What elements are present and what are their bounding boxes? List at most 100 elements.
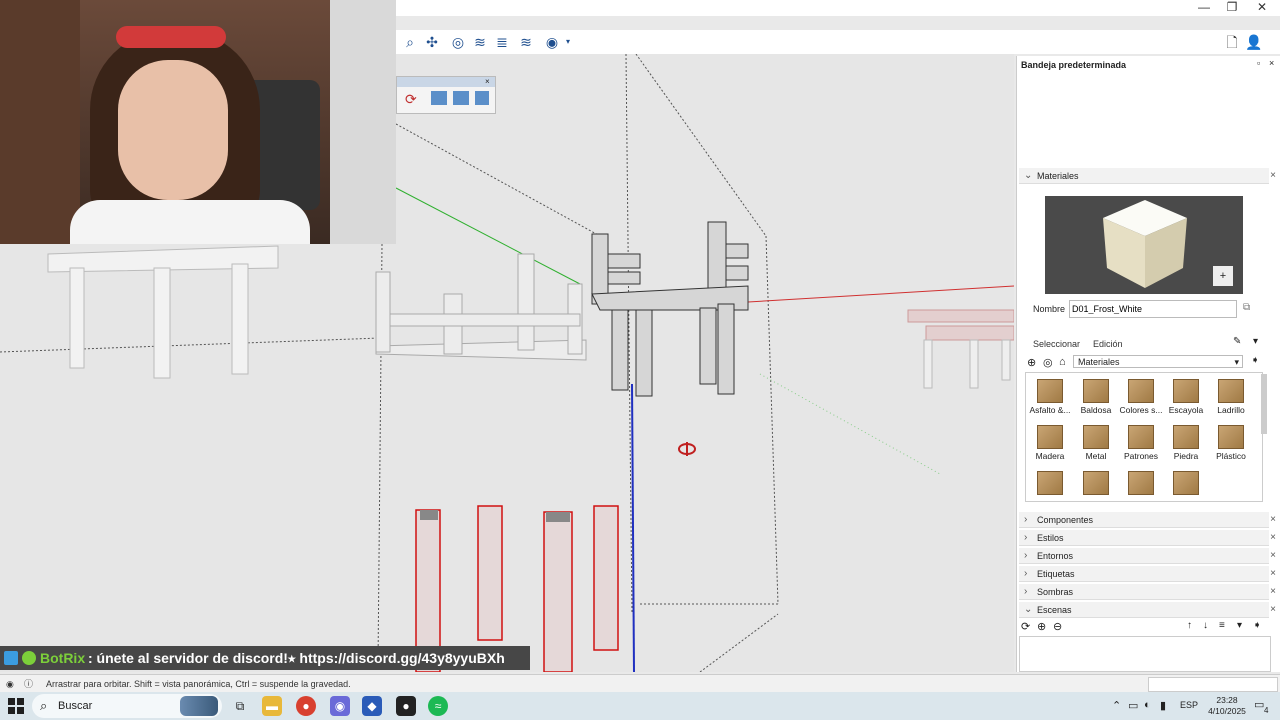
section-plane-icon[interactable]: ≋ — [470, 32, 490, 52]
info-icon[interactable]: ⓘ — [24, 675, 33, 693]
sandbox-icon-3[interactable] — [475, 91, 489, 105]
notifications-icon[interactable]: ▭ — [1254, 698, 1264, 711]
sandbox-icon[interactable] — [431, 91, 447, 105]
pin-icon[interactable]: ▫ — [1257, 58, 1260, 68]
layers-icon[interactable]: ≣ — [492, 32, 512, 52]
section-label: Sombras — [1037, 587, 1074, 597]
windows-start-icon[interactable] — [8, 698, 24, 714]
back-icon[interactable]: ⊕ — [1027, 356, 1036, 369]
material-item[interactable] — [1074, 467, 1118, 501]
chevron-up-icon[interactable]: ⌃ — [1112, 699, 1121, 712]
measurements-box[interactable] — [1148, 677, 1278, 692]
paint-bucket-icon[interactable]: ▾ — [1253, 336, 1258, 347]
view-options-icon[interactable]: ≡ — [1219, 620, 1225, 631]
file-explorer-icon[interactable]: ▬ — [262, 696, 282, 716]
material-item[interactable]: Plástico — [1209, 421, 1253, 465]
taskbar-search[interactable]: ⌕ Buscar — [32, 694, 222, 718]
language-indicator[interactable]: ESP — [1180, 700, 1198, 710]
move-up-icon[interactable]: ↑ — [1187, 620, 1192, 631]
sandbox-icon-2[interactable] — [453, 91, 469, 105]
material-item[interactable]: Ladrillo — [1209, 375, 1253, 419]
zoom-icon[interactable]: ⌕ — [400, 32, 420, 52]
chevron-right-icon: › — [1024, 550, 1028, 561]
clock-date: 4/10/2025 — [1208, 706, 1246, 716]
material-item[interactable]: Patrones — [1119, 421, 1163, 465]
section-tags[interactable]: › Etiquetas × — [1019, 566, 1276, 582]
close-icon[interactable]: × — [1267, 584, 1279, 600]
restore-button[interactable]: ❐ — [1220, 0, 1244, 16]
section-components[interactable]: › Componentes × — [1019, 512, 1276, 528]
chat-banner: BotRix : únete al servidor de discord!⭑ … — [0, 646, 530, 670]
clock[interactable]: 23:28 4/10/2025 — [1204, 695, 1250, 717]
section-label: Entornos — [1037, 551, 1074, 561]
create-material-icon[interactable]: + — [1213, 266, 1233, 286]
mic-icon[interactable]: ▮ — [1160, 699, 1166, 712]
delete-icon[interactable]: ▾ — [1237, 620, 1242, 631]
material-item[interactable]: Asfalto &... — [1028, 375, 1072, 419]
close-button[interactable]: ✕ — [1250, 0, 1274, 16]
remove-scene-icon[interactable]: ⊖ — [1053, 620, 1062, 633]
chevron-right-icon: › — [1024, 568, 1028, 579]
user-icon[interactable]: 👤 — [1244, 32, 1264, 52]
section-shadows[interactable]: › Sombras × — [1019, 584, 1276, 600]
material-item[interactable]: Baldosa — [1074, 375, 1118, 419]
chevron-down-icon[interactable]: ▾ — [558, 32, 578, 52]
material-item[interactable]: Colores s... — [1119, 375, 1163, 419]
material-item[interactable] — [1119, 467, 1163, 501]
material-name-input[interactable] — [1069, 300, 1237, 318]
tray-toolbar: 🗋 👤 — [1016, 30, 1280, 54]
zoom-window-icon[interactable]: ✣ — [422, 32, 442, 52]
move-down-icon[interactable]: ↓ — [1203, 620, 1208, 631]
minimize-button[interactable]: — — [1192, 0, 1216, 16]
close-icon[interactable]: × — [1269, 58, 1274, 68]
chevron-right-icon: › — [1024, 532, 1028, 543]
close-icon[interactable]: × — [1267, 168, 1279, 184]
eyedropper-icon[interactable]: ✎ — [1233, 336, 1241, 347]
section-environments[interactable]: › Entornos × — [1019, 548, 1276, 564]
tray-title: Bandeja predeterminada — [1021, 60, 1127, 70]
material-item[interactable] — [1164, 467, 1208, 501]
material-item[interactable]: Escayola — [1164, 375, 1208, 419]
obs-icon[interactable]: ● — [396, 696, 416, 716]
material-item[interactable] — [1028, 467, 1072, 501]
refresh-icon[interactable]: ⟳ — [1021, 620, 1030, 633]
material-item[interactable]: Piedra — [1164, 421, 1208, 465]
materials-scrollbar[interactable] — [1261, 374, 1267, 434]
forward-icon[interactable]: ◎ — [1043, 356, 1053, 369]
copy-icon[interactable]: ⧉ — [1243, 302, 1250, 313]
material-item[interactable]: Metal — [1074, 421, 1118, 465]
section-materials[interactable]: ⌄ Materiales × — [1019, 168, 1276, 184]
close-icon[interactable]: × — [1267, 566, 1279, 582]
library-select[interactable]: Materiales ▾ — [1073, 355, 1243, 368]
close-icon[interactable]: × — [485, 77, 490, 86]
library-select-value: Materiales — [1078, 357, 1120, 367]
add-scene-icon[interactable]: ⊕ — [1037, 620, 1046, 633]
discord-icon[interactable]: ◉ — [330, 696, 350, 716]
task-view-icon[interactable]: ⧉ — [230, 696, 250, 716]
banner-message: : únete al servidor de discord!⭑ https:/… — [88, 650, 505, 666]
sketchup-icon[interactable]: ◆ — [362, 696, 382, 716]
new-file-icon[interactable]: 🗋 — [1222, 32, 1242, 52]
chevron-down-icon: ▾ — [1234, 357, 1239, 367]
section-display-icon[interactable]: ≋ — [516, 32, 536, 52]
home-icon[interactable]: ⌂ — [1059, 356, 1066, 368]
close-icon[interactable]: × — [1267, 512, 1279, 528]
section-label: Escenas — [1037, 605, 1072, 615]
section-scenes[interactable]: ⌄ Escenas × — [1019, 602, 1276, 618]
rotate-icon[interactable]: ⟳ — [405, 91, 417, 108]
network-icon[interactable]: ▭ — [1128, 699, 1138, 712]
details-icon[interactable]: ➧ — [1253, 620, 1261, 631]
tab-select[interactable]: Seleccionar — [1033, 339, 1080, 349]
tab-edit[interactable]: Edición — [1093, 339, 1123, 349]
details-icon[interactable]: ➧ — [1251, 355, 1259, 366]
close-icon[interactable]: × — [1267, 602, 1279, 618]
zoom-extents-icon[interactable]: ◎ — [448, 32, 468, 52]
material-item[interactable]: Madera — [1028, 421, 1072, 465]
volume-icon[interactable]: ◐ — [1144, 699, 1151, 711]
close-icon[interactable]: × — [1267, 548, 1279, 564]
geo-icon[interactable]: ◉ — [6, 675, 14, 693]
chrome-icon[interactable]: ● — [296, 696, 316, 716]
spotify-icon[interactable]: ≈ — [428, 696, 448, 716]
section-styles[interactable]: › Estilos × — [1019, 530, 1276, 546]
close-icon[interactable]: × — [1267, 530, 1279, 546]
